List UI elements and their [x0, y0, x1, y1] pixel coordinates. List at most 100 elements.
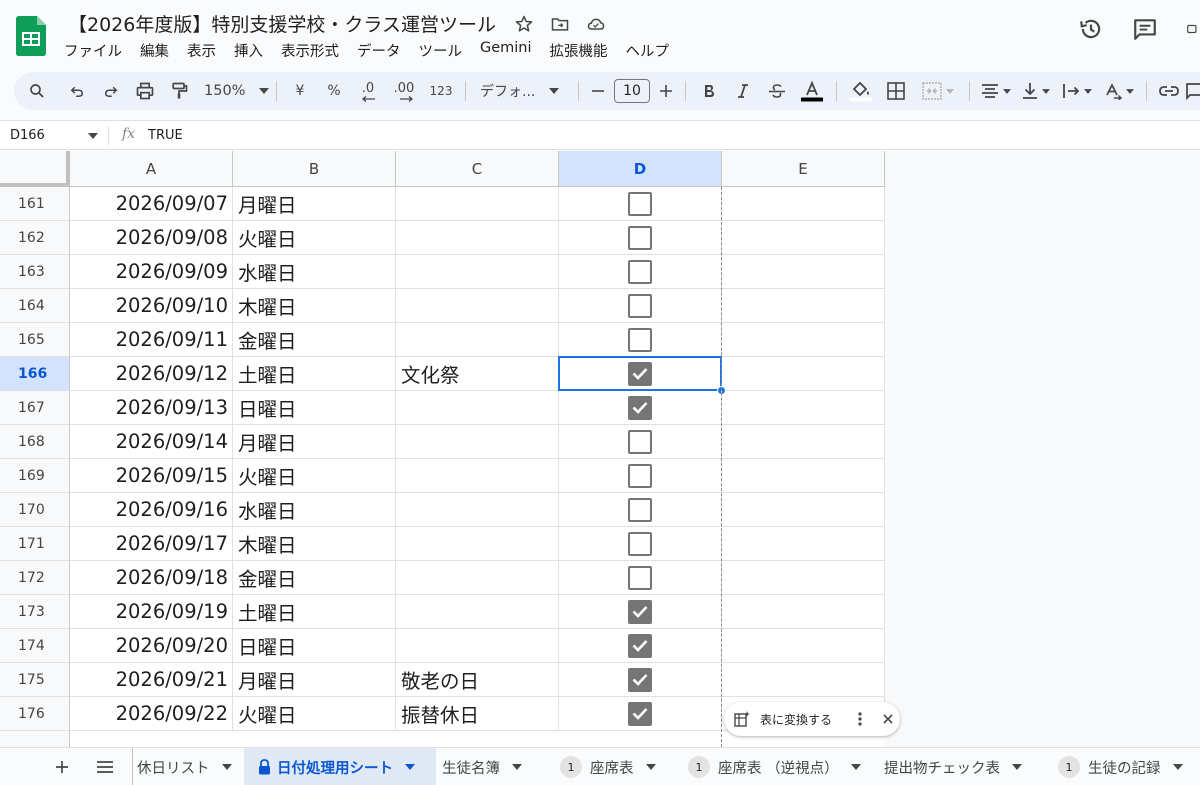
checkbox-cell[interactable] [559, 187, 722, 221]
checkbox-cell[interactable] [559, 289, 722, 323]
weekday-cell[interactable]: 土曜日 [233, 595, 396, 629]
empty-cell[interactable] [722, 255, 885, 289]
search-menus-icon[interactable] [14, 76, 60, 106]
empty-cell[interactable] [722, 527, 885, 561]
date-cell[interactable]: 2026/09/15 [70, 459, 233, 493]
empty-cell[interactable] [722, 561, 885, 595]
empty-cell[interactable] [722, 663, 885, 697]
checkbox-cell[interactable] [559, 629, 722, 663]
font-size-field[interactable]: 10 [611, 76, 653, 106]
menu-format[interactable]: 表示形式 [281, 40, 348, 61]
column-header-c[interactable]: C [396, 151, 559, 187]
spreadsheet-grid[interactable]: A B C D E 161 2026/09/07 月曜日 162 2026/09/08 火曜日 163… [0, 151, 1200, 747]
row-header[interactable]: 176 [0, 697, 70, 731]
sheet-tab[interactable]: 1 座席表 （逆視点） [684, 748, 878, 785]
merge-cells-icon[interactable] [913, 76, 963, 106]
empty-cell[interactable] [722, 323, 885, 357]
version-history-icon[interactable] [1078, 16, 1104, 42]
fill-color-icon[interactable] [843, 76, 879, 106]
checkbox-cell[interactable] [559, 255, 722, 289]
checkbox-unchecked[interactable] [628, 463, 652, 488]
weekday-cell[interactable]: 金曜日 [233, 561, 396, 595]
checkbox-unchecked[interactable] [628, 565, 652, 590]
checkbox-checked[interactable] [628, 667, 652, 692]
checkbox-unchecked[interactable] [628, 531, 652, 556]
convert-to-table-label[interactable]: 表に変換する [760, 711, 832, 728]
row-header[interactable]: 162 [0, 221, 70, 255]
row-header[interactable]: 164 [0, 289, 70, 323]
checkbox-checked[interactable] [628, 395, 652, 420]
menu-edit[interactable]: 編集 [140, 40, 178, 61]
chevron-down-icon[interactable] [1161, 764, 1183, 770]
sheet-tab[interactable]: 提出物チェック表 [880, 748, 1052, 785]
text-color-icon[interactable] [794, 76, 830, 106]
currency-format-button[interactable]: ¥ [283, 76, 317, 106]
event-cell[interactable] [396, 629, 559, 663]
row-header[interactable]: 169 [0, 459, 70, 493]
checkbox-checked[interactable] [628, 633, 652, 658]
menu-tools[interactable]: ツール [419, 40, 472, 61]
empty-cell[interactable] [722, 391, 885, 425]
event-cell[interactable] [396, 493, 559, 527]
event-cell[interactable] [396, 459, 559, 493]
row-header[interactable]: 173 [0, 595, 70, 629]
menu-insert[interactable]: 挿入 [234, 40, 272, 61]
date-cell[interactable]: 2026/09/18 [70, 561, 233, 595]
empty-cell[interactable] [722, 595, 885, 629]
comments-icon[interactable] [1132, 16, 1158, 42]
date-cell[interactable]: 2026/09/08 [70, 221, 233, 255]
cloud-saved-icon[interactable] [584, 12, 608, 36]
checkbox-unchecked[interactable] [628, 497, 652, 522]
weekday-cell[interactable]: 月曜日 [233, 663, 396, 697]
empty-cell[interactable] [722, 629, 885, 663]
insert-comment-icon[interactable] [1185, 76, 1200, 106]
chevron-down-icon[interactable] [500, 764, 522, 770]
column-header-e[interactable]: E [722, 151, 885, 187]
event-cell[interactable] [396, 187, 559, 221]
italic-icon[interactable] [726, 76, 760, 106]
font-select[interactable]: デフォ... [472, 76, 572, 106]
row-header[interactable]: 170 [0, 493, 70, 527]
weekday-cell[interactable]: 火曜日 [233, 697, 396, 731]
paint-format-icon[interactable] [162, 76, 196, 106]
chevron-down-icon[interactable] [393, 764, 415, 770]
empty-cell[interactable] [722, 425, 885, 459]
row-header[interactable]: 161 [0, 187, 70, 221]
date-cell[interactable]: 2026/09/14 [70, 425, 233, 459]
zoom-select[interactable]: 150% [196, 76, 270, 106]
empty-cell[interactable] [722, 289, 885, 323]
menu-gemini[interactable]: Gemini [480, 40, 541, 61]
date-cell[interactable]: 2026/09/11 [70, 323, 233, 357]
sheet-tab[interactable]: 日付処理用シート [244, 748, 436, 785]
name-box[interactable]: D166 [10, 128, 45, 143]
weekday-cell[interactable]: 日曜日 [233, 391, 396, 425]
close-icon[interactable] [878, 714, 898, 724]
chevron-down-icon[interactable] [88, 133, 98, 139]
checkbox-checked[interactable] [628, 701, 652, 726]
weekday-cell[interactable]: 土曜日 [233, 357, 396, 391]
row-header[interactable] [0, 731, 70, 747]
font-size-value[interactable]: 10 [614, 79, 650, 103]
weekday-cell[interactable]: 木曜日 [233, 527, 396, 561]
add-sheet-icon[interactable] [52, 748, 72, 785]
redo-icon[interactable] [94, 76, 128, 106]
chevron-down-icon[interactable] [1000, 764, 1022, 770]
menu-extensions[interactable]: 拡張機能 [550, 40, 617, 61]
select-all-corner[interactable] [0, 151, 70, 187]
checkbox-unchecked[interactable] [628, 259, 652, 284]
checkbox-unchecked[interactable] [628, 191, 652, 216]
move-folder-icon[interactable] [548, 12, 572, 36]
event-cell[interactable] [396, 391, 559, 425]
empty-cell[interactable] [722, 459, 885, 493]
number-format-button[interactable]: 123 [423, 76, 459, 106]
checkbox-cell[interactable] [559, 561, 722, 595]
row-header[interactable]: 163 [0, 255, 70, 289]
event-cell[interactable] [396, 289, 559, 323]
checkbox-cell[interactable] [559, 459, 722, 493]
weekday-cell[interactable]: 月曜日 [233, 425, 396, 459]
empty-cell[interactable] [722, 187, 885, 221]
font-size-decrease-icon[interactable] [585, 76, 611, 106]
percent-format-button[interactable]: % [317, 76, 351, 106]
event-cell[interactable] [396, 221, 559, 255]
event-cell[interactable] [396, 595, 559, 629]
